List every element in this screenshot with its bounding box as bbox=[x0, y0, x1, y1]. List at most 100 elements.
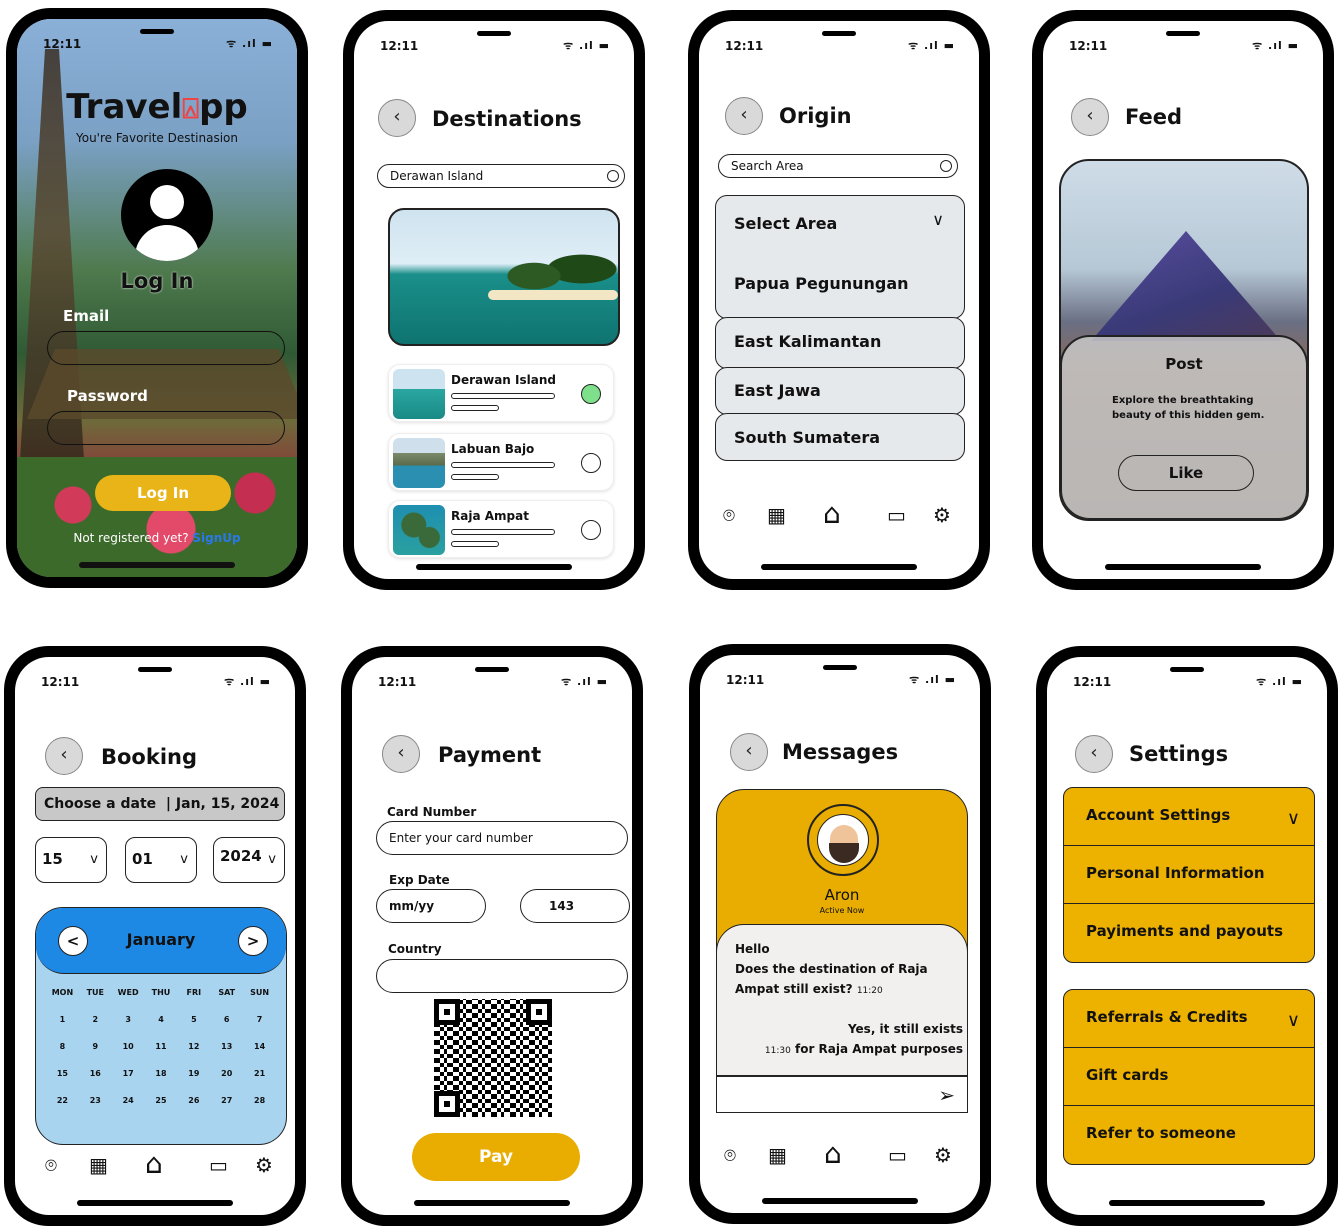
search-area-input[interactable]: Search Area bbox=[718, 154, 958, 178]
login-button[interactable]: Log In bbox=[95, 475, 231, 511]
back-button[interactable]: ‹ bbox=[730, 733, 768, 771]
gift-cards-item[interactable]: Gift cards bbox=[1064, 1048, 1314, 1106]
area-row-east-jawa[interactable]: East Jawa bbox=[715, 367, 965, 415]
select-radio-derawan[interactable] bbox=[581, 384, 601, 404]
back-button[interactable]: ‹ bbox=[45, 737, 83, 775]
location-icon[interactable]: ⌾ bbox=[723, 503, 735, 527]
chevron-left-icon: ‹ bbox=[740, 104, 748, 125]
calendar-day[interactable]: 26 bbox=[177, 1096, 210, 1105]
personal-information-item[interactable]: Personal Information bbox=[1064, 846, 1314, 904]
select-radio-labuan-bajo[interactable] bbox=[581, 453, 601, 473]
calendar-day[interactable]: 10 bbox=[112, 1042, 145, 1051]
destination-card-labuan-bajo[interactable]: Labuan Bajo bbox=[388, 433, 614, 491]
back-button[interactable]: ‹ bbox=[1071, 98, 1109, 136]
calendar-day[interactable]: 17 bbox=[112, 1069, 145, 1078]
destination-card-derawan[interactable]: Derawan Island bbox=[388, 364, 614, 422]
calendar-day[interactable]: 25 bbox=[145, 1096, 178, 1105]
refer-someone-label: Refer to someone bbox=[1086, 1124, 1236, 1142]
calendar-icon[interactable]: ▦ bbox=[767, 503, 786, 527]
referrals-credits-item[interactable]: Referrals & Credits ∨ bbox=[1064, 990, 1314, 1048]
calendar-icon[interactable]: ▦ bbox=[89, 1153, 108, 1177]
refer-someone-item[interactable]: Refer to someone bbox=[1064, 1106, 1314, 1164]
location-icon[interactable]: ⌾ bbox=[724, 1143, 736, 1167]
contact-status: Active Now bbox=[819, 906, 865, 915]
home-indicator bbox=[77, 1200, 233, 1206]
country-input[interactable] bbox=[376, 959, 628, 993]
calendar-day[interactable]: 7 bbox=[243, 1015, 276, 1024]
year-select[interactable]: 2024 v bbox=[213, 837, 285, 883]
area-item-papua[interactable]: Papua Pegunungan bbox=[734, 274, 909, 293]
account-settings-item[interactable]: Account Settings ∨ bbox=[1064, 788, 1314, 846]
settings-group-account: Account Settings ∨ Personal Information P… bbox=[1063, 787, 1315, 963]
like-button[interactable]: Like bbox=[1118, 455, 1254, 491]
day-select[interactable]: 15 v bbox=[35, 837, 107, 883]
exp-date-input[interactable]: mm/yy bbox=[376, 889, 486, 923]
search-icon bbox=[607, 170, 619, 182]
calendar-day[interactable]: 21 bbox=[243, 1069, 276, 1078]
settings-icon[interactable]: ⚙ bbox=[934, 1143, 952, 1167]
home-icon[interactable]: ⌂ bbox=[824, 1137, 842, 1170]
cvv-input[interactable]: 143 bbox=[520, 889, 630, 923]
calendar-day[interactable]: 3 bbox=[112, 1015, 145, 1024]
status-time: 12:11 bbox=[1073, 675, 1112, 689]
location-icon[interactable]: ⌾ bbox=[45, 1153, 57, 1177]
send-icon[interactable]: ➢ bbox=[938, 1083, 955, 1107]
calendar-day[interactable]: 12 bbox=[177, 1042, 210, 1051]
calendar-day[interactable]: 20 bbox=[210, 1069, 243, 1078]
calendar-day[interactable]: 11 bbox=[145, 1042, 178, 1051]
calendar-day[interactable]: 2 bbox=[79, 1015, 112, 1024]
calendar-day[interactable]: 16 bbox=[79, 1069, 112, 1078]
calendar-day[interactable]: 5 bbox=[177, 1015, 210, 1024]
calendar: < January > MON TUE WED THU FRI SAT SUN 1 2 3 4 5 6 7… bbox=[35, 907, 287, 1145]
chat-icon[interactable]: ▭ bbox=[209, 1153, 228, 1177]
calendar-day[interactable]: 6 bbox=[210, 1015, 243, 1024]
signup-link[interactable]: SignUp bbox=[192, 531, 240, 545]
calendar-icon[interactable]: ▦ bbox=[768, 1143, 787, 1167]
calendar-day[interactable]: 8 bbox=[46, 1042, 79, 1051]
calendar-day[interactable]: 14 bbox=[243, 1042, 276, 1051]
search-input[interactable]: Derawan Island bbox=[377, 164, 625, 188]
back-button[interactable]: ‹ bbox=[382, 735, 420, 773]
choose-date-label: Choose a date bbox=[44, 796, 157, 812]
settings-icon[interactable]: ⚙ bbox=[933, 503, 951, 527]
next-month-button[interactable]: > bbox=[238, 926, 268, 956]
calendar-day[interactable]: 28 bbox=[243, 1096, 276, 1105]
calendar-day[interactable]: 13 bbox=[210, 1042, 243, 1051]
back-button[interactable]: ‹ bbox=[725, 97, 763, 135]
area-row-east-kalimantan[interactable]: East Kalimantan bbox=[715, 317, 965, 369]
calendar-day[interactable]: 1 bbox=[46, 1015, 79, 1024]
month-select[interactable]: 01 v bbox=[125, 837, 197, 883]
derawan-thumbnail bbox=[393, 369, 445, 419]
calendar-day[interactable]: 19 bbox=[177, 1069, 210, 1078]
calendar-day[interactable]: 22 bbox=[46, 1096, 79, 1105]
calendar-day[interactable]: 4 bbox=[145, 1015, 178, 1024]
chat-icon[interactable]: ▭ bbox=[888, 1143, 907, 1167]
pay-button[interactable]: Pay bbox=[412, 1133, 580, 1181]
calendar-day[interactable]: 23 bbox=[79, 1096, 112, 1105]
calendar-day[interactable]: 9 bbox=[79, 1042, 112, 1051]
calendar-day[interactable]: 24 bbox=[112, 1096, 145, 1105]
area-row-south-sumatera[interactable]: South Sumatera bbox=[715, 413, 965, 461]
select-radio-raja-ampat[interactable] bbox=[581, 520, 601, 540]
calendar-day[interactable]: 18 bbox=[145, 1069, 178, 1078]
select-area-dropdown[interactable]: Select Area ∨ Papua Pegunungan bbox=[715, 195, 965, 319]
payments-payouts-item[interactable]: Payiments and payouts bbox=[1064, 904, 1314, 962]
message-input[interactable]: ➢ bbox=[717, 1076, 967, 1112]
back-button[interactable]: ‹ bbox=[378, 99, 416, 137]
settings-icon[interactable]: ⚙ bbox=[255, 1153, 273, 1177]
weekday-label: WED bbox=[117, 988, 139, 997]
chat-icon[interactable]: ▭ bbox=[887, 503, 906, 527]
calendar-day[interactable]: 27 bbox=[210, 1096, 243, 1105]
calendar-day[interactable]: 15 bbox=[46, 1069, 79, 1078]
back-button[interactable]: ‹ bbox=[1075, 735, 1113, 773]
password-field[interactable] bbox=[47, 411, 285, 445]
card-number-input[interactable]: Enter your card number bbox=[376, 821, 628, 855]
password-label: Password bbox=[67, 387, 148, 405]
destination-card-raja-ampat[interactable]: Raja Ampat bbox=[388, 500, 614, 558]
home-icon[interactable]: ⌂ bbox=[145, 1147, 163, 1180]
home-icon[interactable]: ⌂ bbox=[823, 497, 841, 530]
email-field[interactable] bbox=[47, 331, 285, 365]
gift-cards-label: Gift cards bbox=[1086, 1066, 1169, 1084]
card-number-label: Card Number bbox=[387, 805, 477, 819]
status-time: 12:11 bbox=[380, 39, 419, 53]
